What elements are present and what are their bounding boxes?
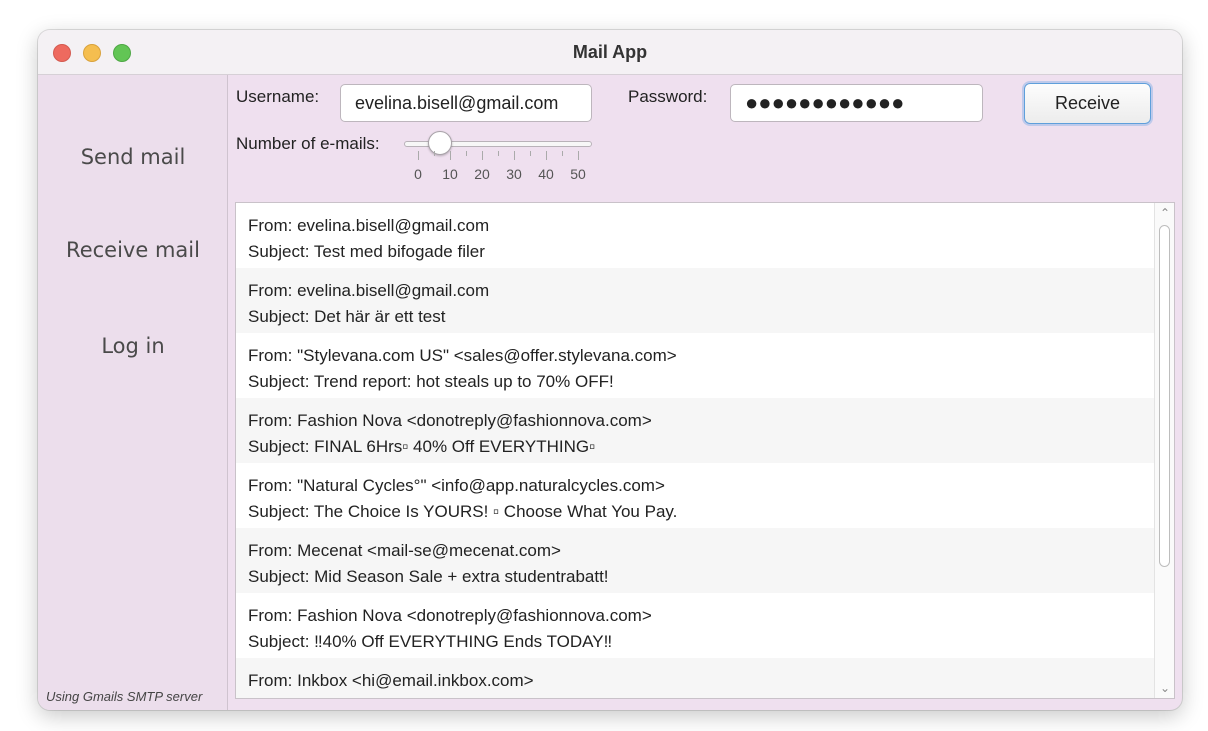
slider-minor-tick	[530, 151, 531, 156]
window-title: Mail App	[572, 42, 648, 62]
password-label: Password:	[628, 87, 708, 106]
slider-minor-tick	[466, 151, 467, 156]
scrollbar-thumb[interactable]	[1159, 225, 1170, 567]
email-from: From: "Natural Cycles°" <info@app.natura…	[248, 476, 665, 495]
email-subject: Subject: ‼40% Off EVERYTHING Ends TODAY‼	[248, 632, 613, 651]
slider-tick-label: 30	[506, 166, 522, 182]
email-from: From: Inkbox <hi@email.inkbox.com>	[248, 671, 534, 690]
username-label: Username:	[236, 87, 320, 106]
slider-tick-label: 20	[474, 166, 490, 182]
email-from: From: evelina.bisell@gmail.com	[248, 281, 490, 300]
sidebar: Send mail Receive mail Log in Using Gmai…	[38, 75, 228, 710]
email-subject: Subject: Det här är ett test	[248, 307, 446, 326]
slider-thumb[interactable]	[428, 131, 453, 155]
email-list-item[interactable]: From: Mecenat <mail-se@mecenat.com> Subje…	[236, 528, 1155, 593]
email-list-item[interactable]: From: Fashion Nova <donotreply@fashionno…	[236, 593, 1155, 658]
slider-tick-label: 10	[442, 166, 458, 182]
slider-minor-tick	[498, 151, 499, 156]
receive-button[interactable]: Receive	[1024, 83, 1151, 124]
email-subject: Subject: Test med bifogade filer	[248, 242, 485, 261]
email-from: From: Fashion Nova <donotreply@fashionno…	[248, 411, 652, 430]
email-from: From: evelina.bisell@gmail.com	[248, 216, 490, 235]
email-subject: Subject: FINAL 6Hrs▫ 40% Off EVERYTHING▫	[248, 437, 596, 456]
slider-major-tick	[578, 151, 579, 160]
app-window: Mail App Send mail Receive mail Log in U…	[38, 30, 1182, 710]
receive-form: Username: evelina.bisell@gmail.com Passw…	[228, 75, 1182, 192]
email-subject: Subject: The Choice Is YOURS! ▫ Choose W…	[248, 502, 678, 521]
email-count-slider[interactable]: 0 10 20 30 40 50	[404, 131, 592, 191]
email-from: From: Mecenat <mail-se@mecenat.com>	[248, 541, 561, 560]
email-list-item[interactable]: From: Inkbox <hi@email.inkbox.com>	[236, 658, 1155, 698]
email-list-scrollbar[interactable]: ⌃ ⌄	[1154, 203, 1174, 698]
smtp-server-note: Using Gmails SMTP server	[46, 689, 203, 704]
sidebar-item-send-mail[interactable]: Send mail	[38, 145, 228, 169]
email-from: From: "Stylevana.com US" <sales@offer.st…	[248, 346, 677, 365]
slider-tick-label: 40	[538, 166, 554, 182]
email-subject: Subject: Mid Season Sale + extra student…	[248, 567, 609, 586]
scroll-up-arrow-icon[interactable]: ⌃	[1155, 203, 1174, 223]
email-count-label: Number of e-mails:	[236, 134, 380, 153]
slider-minor-tick	[562, 151, 563, 156]
slider-tick-label: 0	[414, 166, 422, 182]
email-list-item[interactable]: From: "Natural Cycles°" <info@app.natura…	[236, 463, 1155, 528]
username-field[interactable]: evelina.bisell@gmail.com	[340, 84, 592, 122]
email-from: From: Fashion Nova <donotreply@fashionno…	[248, 606, 652, 625]
scroll-down-arrow-icon[interactable]: ⌄	[1155, 678, 1174, 698]
password-field[interactable]: ●●●●●●●●●●●●	[730, 84, 983, 122]
slider-minor-tick	[434, 151, 435, 156]
email-list-item[interactable]: From: Fashion Nova <donotreply@fashionno…	[236, 398, 1155, 463]
slider-tick-label: 50	[570, 166, 586, 182]
slider-major-tick	[450, 151, 451, 160]
email-list-item[interactable]: From: evelina.bisell@gmail.com Subject: T…	[236, 203, 1155, 268]
email-list[interactable]: From: evelina.bisell@gmail.com Subject: T…	[235, 202, 1175, 699]
slider-major-tick	[418, 151, 419, 160]
slider-major-tick	[482, 151, 483, 160]
email-list-item[interactable]: From: evelina.bisell@gmail.com Subject: D…	[236, 268, 1155, 333]
sidebar-item-log-in[interactable]: Log in	[38, 334, 228, 358]
sidebar-item-receive-mail[interactable]: Receive mail	[38, 238, 228, 262]
email-list-item[interactable]: From: "Stylevana.com US" <sales@offer.st…	[236, 333, 1155, 398]
title-bar: Mail App	[38, 30, 1182, 75]
email-rows: From: evelina.bisell@gmail.com Subject: T…	[236, 203, 1155, 698]
slider-major-tick	[546, 151, 547, 160]
slider-major-tick	[514, 151, 515, 160]
email-subject: Subject: Trend report: hot steals up to …	[248, 372, 614, 391]
